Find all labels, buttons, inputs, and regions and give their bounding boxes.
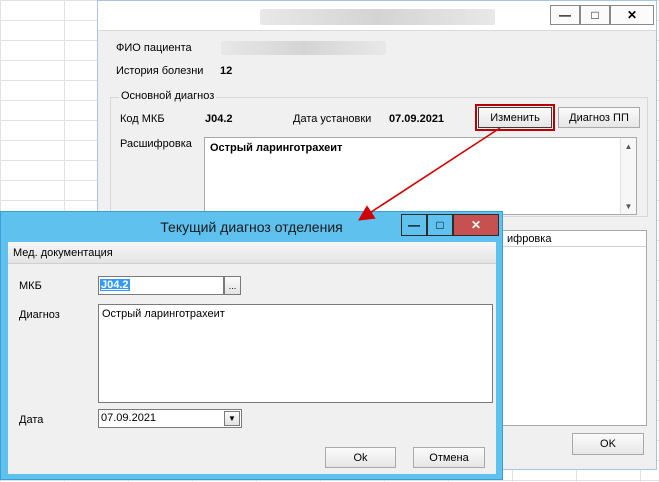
mkb-label: МКБ bbox=[19, 280, 42, 292]
dialog-cancel-button[interactable]: Отмена bbox=[413, 447, 485, 468]
mkb-input[interactable]: J04.2 bbox=[98, 276, 224, 295]
dialog-close-button[interactable]: ✕ bbox=[453, 214, 499, 236]
maximize-button[interactable]: □ bbox=[580, 5, 610, 25]
decoding-label: Расшифровка bbox=[120, 138, 192, 150]
table-header-decoding[interactable]: ифровка bbox=[503, 231, 646, 247]
date-value: 07.09.2021 bbox=[389, 113, 445, 125]
dialog-body: Мед. документация МКБ J04.2 ... Диагноз … bbox=[8, 242, 496, 474]
current-diagnosis-dialog: Текущий диагноз отделения — □ ✕ Мед. док… bbox=[0, 211, 503, 480]
dialog-minimize-button[interactable]: — bbox=[401, 214, 427, 236]
patient-card-titlebar: — □ ✕ bbox=[98, 1, 656, 31]
patient-fio-label: ФИО пациента bbox=[116, 42, 192, 54]
diagnosis-table[interactable]: ифровка bbox=[502, 230, 647, 426]
dialog-maximize-button[interactable]: □ bbox=[427, 214, 453, 236]
blurred-title bbox=[260, 9, 495, 25]
date-label: Дата bbox=[19, 414, 44, 426]
main-diagnosis-title: Основной диагноз bbox=[119, 90, 217, 102]
diagnosis-label: Диагноз bbox=[19, 309, 60, 321]
diagnosis-pp-button[interactable]: Диагноз ПП bbox=[558, 107, 640, 128]
back-ok-button[interactable]: OK bbox=[572, 433, 644, 455]
history-value: 12 bbox=[220, 65, 233, 77]
diagnosis-value: Острый ларинготрахеит bbox=[102, 308, 225, 320]
change-button[interactable]: Изменить bbox=[475, 104, 555, 131]
minimize-button[interactable]: — bbox=[550, 5, 580, 25]
decoding-textarea[interactable]: Острый ларинготрахеит ▲ ▼ bbox=[204, 137, 637, 215]
mkb-input-value: J04.2 bbox=[100, 279, 130, 291]
close-button[interactable]: ✕ bbox=[610, 5, 654, 25]
date-label: Дата установки bbox=[293, 113, 372, 125]
date-picker[interactable]: 07.09.2021 ▼ bbox=[98, 409, 242, 428]
blurred-patient-name bbox=[221, 41, 386, 55]
mkb-lookup-button[interactable]: ... bbox=[224, 276, 241, 295]
dialog-titlebar: Текущий диагноз отделения — □ ✕ bbox=[1, 212, 502, 242]
decoding-scrollbar[interactable]: ▲ ▼ bbox=[620, 138, 636, 214]
code-label: Код МКБ bbox=[120, 113, 165, 125]
caret-down-icon[interactable]: ▼ bbox=[224, 411, 240, 426]
code-value: J04.2 bbox=[205, 113, 233, 125]
decoding-value: Острый ларинготрахеит bbox=[210, 142, 343, 154]
history-label: История болезни bbox=[116, 65, 204, 77]
dialog-ok-button[interactable]: Ok bbox=[325, 447, 396, 468]
date-value: 07.09.2021 bbox=[101, 412, 157, 424]
diagnosis-textarea[interactable]: Острый ларинготрахеит bbox=[98, 304, 493, 403]
chevron-up-icon[interactable]: ▲ bbox=[621, 138, 636, 154]
chevron-down-icon[interactable]: ▼ bbox=[621, 198, 636, 214]
med-docs-section: Мед. документация bbox=[8, 242, 496, 264]
